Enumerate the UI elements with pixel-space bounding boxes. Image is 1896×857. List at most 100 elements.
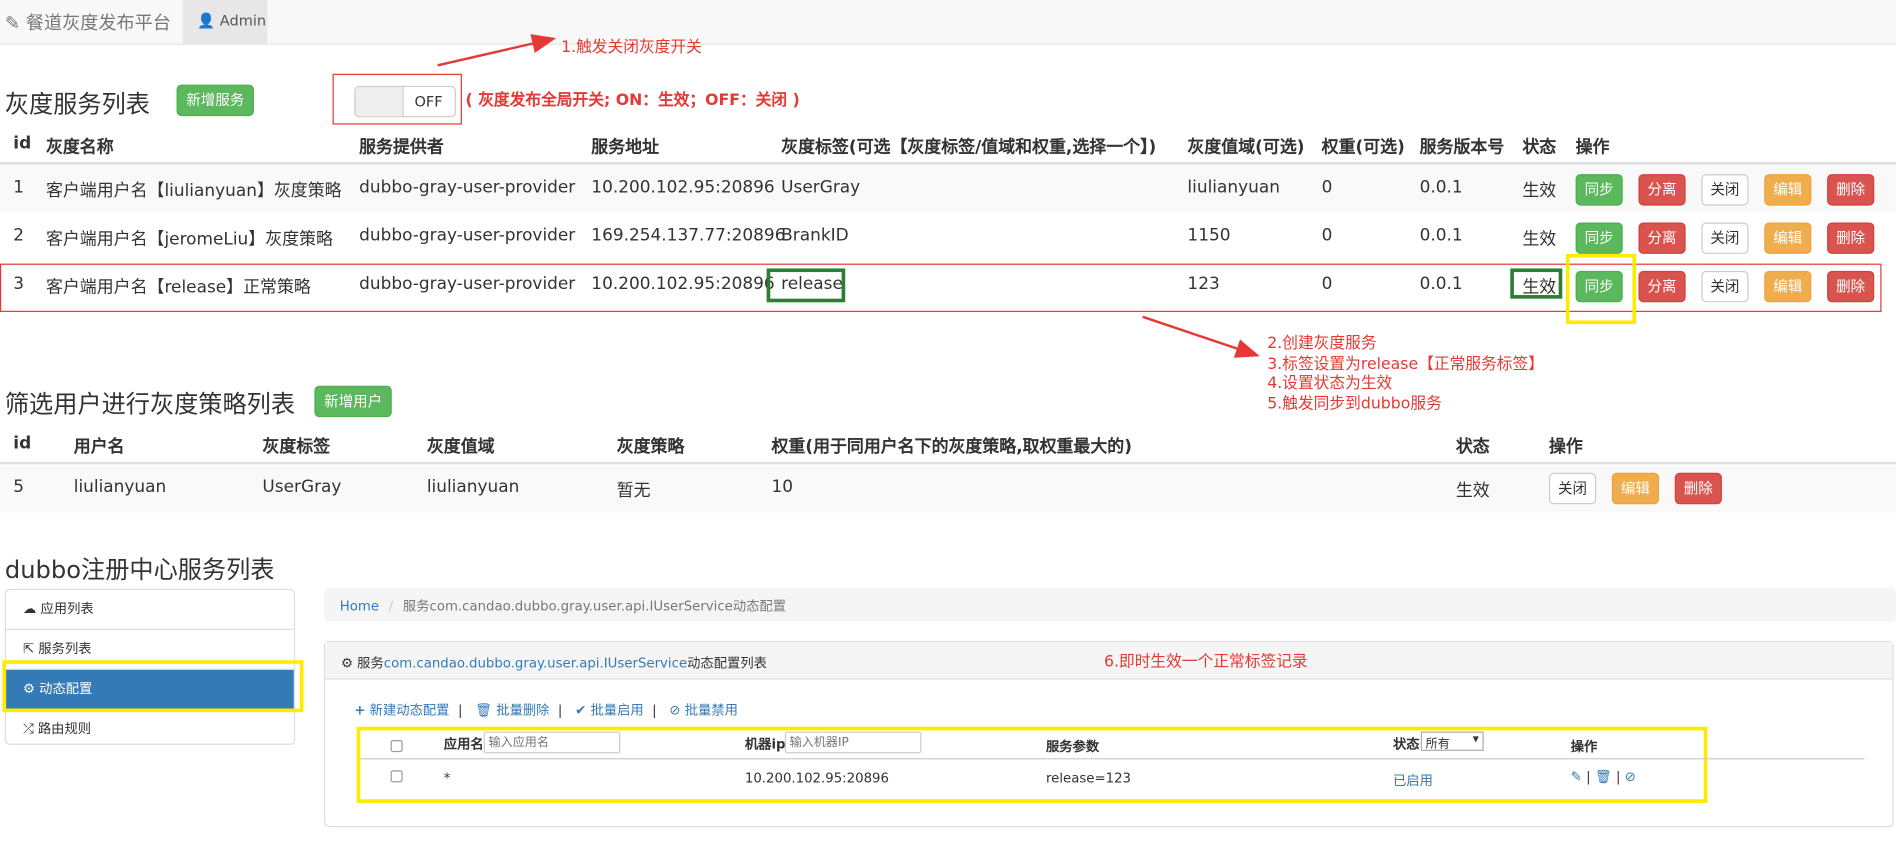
config-divider [360,758,1865,760]
cell-weight: 0 [1321,226,1333,246]
add-user-button[interactable]: 新增用户 [314,385,392,418]
ban-icon[interactable]: ⊘ [1625,769,1636,785]
col-weight: 权重(可选) [1321,137,1405,158]
add-service-button[interactable]: 新增服务 [176,84,254,117]
tb-label: 批量删除 [496,702,550,719]
side-highlight [2,660,304,713]
config-toolbar: + 新建动态配置 | 🗑 批量删除 | ✔ 批量启用 | ⊘ 批量禁用 [354,702,738,719]
cell-weight: 0 [1321,274,1333,294]
edit-button[interactable]: 编辑 [1764,174,1812,206]
us-range: liulianyuan [426,477,520,497]
gray-service-title: 灰度服务列表 [4,89,150,119]
panel-pre: 服务 [357,655,384,672]
dubbo-title: dubbo注册中心服务列表 [4,555,275,585]
cell-range: liulianyuan [1187,177,1280,198]
us-col-range: 灰度值域 [426,437,495,458]
cell-version: 0.0.1 [1419,177,1463,198]
edit-button[interactable]: 编辑 [1764,270,1812,303]
cell-addr: 10.200.102.95:20896 [591,177,775,198]
cell-name: 客户端用户名【liulianyuan】灰度策略 [45,181,342,201]
side-app-list[interactable]: ☁ 应用列表 [6,590,294,630]
us-edit-button[interactable]: 编辑 [1611,472,1660,505]
col-version: 服务版本号 [1419,137,1505,158]
delete-button[interactable]: 删除 [1827,270,1875,303]
toggle-knob[interactable] [355,87,404,117]
close-button[interactable]: 关闭 [1701,222,1749,254]
trash-icon: 🗑 [475,702,493,719]
us-status: 生效 [1455,481,1490,501]
col-ip: 机器ip [744,736,786,753]
tb-label: 批量启用 [590,702,644,719]
row-ip: 10.200.102.95:20896 [744,770,889,786]
sync-button[interactable]: 同步 [1575,174,1623,206]
us-col-strategy: 灰度策略 [616,437,685,458]
us-close-button[interactable]: 关闭 [1548,472,1597,505]
cell-range: 1150 [1187,226,1231,246]
cell-status: 生效 [1522,229,1557,250]
row-checkbox[interactable] [390,770,403,783]
row-app: * [443,770,451,786]
sync-button[interactable]: 同步 [1575,222,1623,254]
batch-disable-link[interactable]: ⊘ 批量禁用 [669,703,738,719]
trash-icon[interactable]: 🗑 [1595,769,1612,785]
select-all-checkbox[interactable] [390,740,403,753]
status-select[interactable]: 所有 ▾ [1420,731,1484,751]
row-status[interactable]: 已启用 [1393,770,1433,789]
col-params: 服务参数 [1045,738,1100,755]
us-strategy: 暂无 [616,481,651,501]
cell-version: 0.0.1 [1419,274,1463,294]
new-config-link[interactable]: + 新建动态配置 [354,703,449,719]
close-button[interactable]: 关闭 [1701,174,1749,206]
us-col-id: id [13,434,32,454]
detach-button[interactable]: 分离 [1638,174,1686,206]
close-button[interactable]: 关闭 [1701,270,1749,303]
tb-label: 批量禁用 [684,702,738,719]
check-icon: ✔ [575,702,587,719]
share-icon: ⇱ [22,640,35,657]
tag-highlight [766,268,846,303]
row-ops: ✎ | 🗑 | ⊘ [1570,769,1636,785]
col-ops: 操作 [1570,738,1598,755]
cell-tag: BrankID [781,226,849,246]
delete-button[interactable]: 删除 [1827,174,1875,206]
col-tag: 灰度标签(可选【灰度标签/值域和权重,选择一个】) [781,137,1157,158]
arrow-2 [1142,315,1260,358]
cell-id: 2 [13,226,25,246]
detach-button[interactable]: 分离 [1638,222,1686,254]
breadcrumb-home[interactable]: Home [340,599,379,615]
batch-delete-link[interactable]: 🗑 批量删除 [475,703,549,719]
delete-button[interactable]: 删除 [1827,222,1875,254]
us-delete-button[interactable]: 删除 [1674,472,1722,505]
edit-button[interactable]: 编辑 [1764,222,1812,254]
annotation-1: 1.触发关闭灰度开关 [561,38,702,57]
cell-weight: 0 [1321,177,1333,198]
side-label: 路由规则 [37,720,92,737]
gray-switch-toggle[interactable]: OFF [354,85,456,118]
annotation-2-5: 2.创建灰度服务 3.标签设置为release【正常服务标签】 4.设置状态为生… [1267,335,1544,415]
detach-button[interactable]: 分离 [1638,270,1686,303]
annotation-5: 5.触发同步到dubbo服务 [1267,394,1442,413]
caret-down-icon: ▾ [1472,732,1479,747]
app-filter-input[interactable] [483,731,621,754]
batch-enable-link[interactable]: ✔ 批量启用 [575,703,644,719]
cell-provider: dubbo-gray-user-provider [359,226,576,246]
breadcrumb-row: Home / 服务com.candao.dubbo.gray.user.api.IU… [339,598,787,615]
side-route-rules[interactable]: ⤮ 路由规则 [6,710,294,744]
ip-filter-input[interactable] [784,731,922,754]
us-user: liulianyuan [73,477,167,497]
col-status: 状态 [1392,736,1420,753]
pencil-icon[interactable]: ✎ [1571,769,1582,785]
cell-provider: dubbo-gray-user-provider [359,274,576,294]
panel-post: 动态配置列表 [687,655,767,672]
side-label: 服务列表 [38,640,92,657]
cell-id: 3 [13,274,25,294]
annotation-6: 6.即时生效一个正常标签记录 [1103,652,1308,672]
col-provider: 服务提供者 [359,137,444,158]
cell-range: 123 [1187,274,1220,294]
us-id: 5 [13,477,25,497]
panel-service: com.candao.dubbo.gray.user.api.IUserServ… [383,655,688,672]
cloud-icon: ☁ [22,600,37,617]
random-icon: ⤮ [22,720,34,737]
col-range: 灰度值域(可选) [1187,137,1305,158]
cell-name: 客户端用户名【jeromeLiu】灰度策略 [45,229,333,250]
